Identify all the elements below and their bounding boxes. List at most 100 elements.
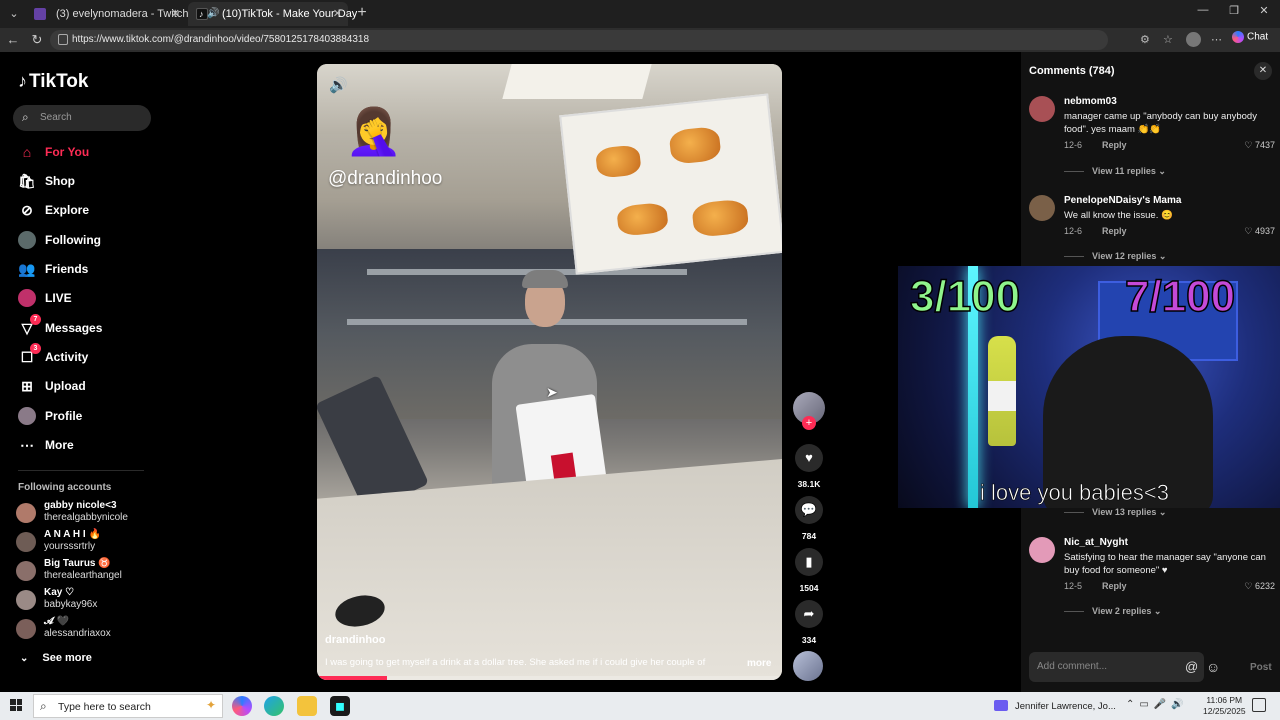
- comment-likes[interactable]: ♡ 6232: [1244, 581, 1275, 592]
- sound-disc-avatar[interactable]: [793, 651, 823, 681]
- divider: [18, 470, 144, 471]
- like-button[interactable]: ♥: [795, 444, 823, 472]
- url-field[interactable]: https://www.tiktok.com/@drandinhoo/video…: [50, 30, 1108, 50]
- reply-button[interactable]: Reply: [1102, 226, 1127, 236]
- search-input[interactable]: ⌕ Search: [13, 105, 151, 131]
- view-replies-button[interactable]: View 2 replies ⌄: [1064, 606, 1161, 617]
- avatar[interactable]: [1029, 96, 1055, 122]
- reply-button[interactable]: Reply: [1102, 140, 1127, 150]
- back-button[interactable]: ←: [4, 31, 22, 49]
- see-more-button[interactable]: ⌄ See more: [20, 652, 92, 664]
- comment-user[interactable]: nebmom03: [1064, 96, 1117, 107]
- copilot-chat-button[interactable]: Chat: [1232, 31, 1268, 43]
- tab-actions-chevron-icon[interactable]: ⌄: [4, 4, 24, 24]
- volume-icon[interactable]: 🔊: [329, 76, 348, 94]
- video-person-cap: [522, 270, 568, 288]
- save-button[interactable]: ▮: [795, 548, 823, 576]
- nav-messages[interactable]: ▽ 7 Messages: [18, 314, 158, 340]
- divider: [1064, 512, 1084, 514]
- avatar[interactable]: [1029, 195, 1055, 221]
- avatar[interactable]: [1029, 537, 1055, 563]
- divider: [1064, 611, 1084, 613]
- reply-button[interactable]: Reply: [1102, 581, 1127, 591]
- nav-shop[interactable]: 🛍 Shop: [18, 171, 158, 193]
- following-account[interactable]: gabby nicole<3 therealgabbynicole: [16, 500, 156, 528]
- system-tray[interactable]: ⌃▭🎤🔊: [1126, 699, 1189, 710]
- comment-date: 12-6: [1064, 140, 1083, 150]
- nav-label: Profile: [45, 409, 83, 423]
- close-comments-button[interactable]: ✕: [1254, 62, 1272, 80]
- replies-label: View 2 replies: [1092, 606, 1152, 616]
- account-handle: alessandriaxox: [44, 628, 111, 639]
- video-author[interactable]: drandinhoo: [325, 634, 386, 646]
- nav-live[interactable]: LIVE: [18, 288, 158, 310]
- copilot-app-icon[interactable]: [232, 696, 252, 716]
- view-replies-button[interactable]: View 11 replies ⌄: [1064, 166, 1166, 177]
- post-button[interactable]: Post: [1250, 662, 1272, 673]
- extensions-icon[interactable]: ⚙: [1140, 33, 1150, 46]
- comment-user[interactable]: PenelopeNDaisy's Mama: [1064, 195, 1181, 206]
- nav-more[interactable]: ⋯ More: [18, 435, 158, 457]
- video-scene-light: [502, 64, 652, 99]
- clock[interactable]: 11:06 PM 12/25/2025: [1203, 695, 1246, 717]
- messages-badge: 7: [30, 314, 41, 325]
- food-graphic: [594, 144, 642, 179]
- following-account[interactable]: Big Taurus ♉ therealearthangel: [16, 558, 156, 586]
- mention-icon[interactable]: @: [1185, 659, 1198, 674]
- video-player[interactable]: 🔊 🤦‍♀️ @drandinhoo ➤ drandinhoo I was go…: [317, 64, 782, 680]
- site-info-icon[interactable]: [58, 34, 68, 45]
- tab-close-icon[interactable]: ✕: [171, 2, 180, 26]
- nav-for-you[interactable]: ⌂ For You: [18, 142, 158, 164]
- comment-button[interactable]: 💬: [795, 496, 823, 524]
- follow-plus-icon[interactable]: +: [802, 416, 816, 430]
- following-account[interactable]: Kay ♡ babykay96x: [16, 587, 156, 615]
- browser-tab-twitch[interactable]: (3) evelynomadera - Twitch ✕: [26, 2, 188, 26]
- speaker-icon[interactable]: 🔊: [207, 2, 219, 26]
- share-button[interactable]: ➦: [795, 600, 823, 628]
- notification-icon[interactable]: [1252, 698, 1266, 712]
- account-handle: therealgabbynicole: [44, 512, 128, 523]
- caption-more-button[interactable]: more: [747, 658, 771, 669]
- minimize-button[interactable]: —: [1188, 4, 1218, 16]
- emoji-icon[interactable]: ☺: [1206, 659, 1220, 675]
- add-comment-input[interactable]: Add comment... @: [1029, 652, 1204, 682]
- nav-following[interactable]: Following: [18, 230, 158, 252]
- nav-profile[interactable]: Profile: [18, 406, 158, 428]
- nav-label: Following: [45, 233, 101, 247]
- window-close-button[interactable]: ✕: [1249, 4, 1279, 17]
- taskbar-search-input[interactable]: ⌕ Type here to search ✦: [33, 694, 223, 718]
- video-progress-track[interactable]: [317, 676, 782, 680]
- nav-activity[interactable]: ☐ 3 Activity: [18, 343, 158, 369]
- restore-button[interactable]: ❐: [1219, 4, 1249, 17]
- chevron-down-icon: ⌄: [20, 653, 29, 664]
- browser-tab-tiktok[interactable]: 🔊 (10)TikTok - Make Your Day ✕: [188, 2, 357, 26]
- comment-likes[interactable]: ♡ 4937: [1244, 226, 1275, 237]
- upload-icon: ⊞: [21, 378, 33, 394]
- favorites-icon[interactable]: ☆: [1163, 33, 1173, 46]
- nav-explore[interactable]: ⊘ Explore: [18, 200, 158, 222]
- app-icon[interactable]: ◼: [330, 696, 350, 716]
- profile-avatar[interactable]: [1186, 32, 1201, 47]
- tiktok-logo[interactable]: ♪ TikTok: [18, 71, 88, 93]
- view-replies-button[interactable]: View 12 replies ⌄: [1064, 251, 1166, 262]
- nav-upload[interactable]: ⊞ Upload: [18, 376, 158, 398]
- comment-user[interactable]: Nic_at_Nyght: [1064, 537, 1128, 548]
- account-handle: therealearthangel: [44, 570, 122, 581]
- file-explorer-icon[interactable]: [297, 696, 317, 716]
- settings-more-icon[interactable]: ⋯: [1211, 33, 1222, 46]
- following-account[interactable]: 𝓐 🖤 alessandriaxox: [16, 616, 156, 644]
- comment-likes[interactable]: ♡ 7437: [1244, 140, 1275, 151]
- view-replies-button[interactable]: View 13 replies ⌄: [1064, 507, 1166, 518]
- tab-close-icon[interactable]: ✕: [333, 2, 342, 26]
- media-player-icon[interactable]: [994, 700, 1008, 711]
- add-comment-placeholder: Add comment...: [1037, 661, 1108, 672]
- profile-icon: [18, 407, 36, 425]
- refresh-button[interactable]: ↻: [28, 31, 46, 49]
- media-title[interactable]: Jennifer Lawrence, Jo...: [1015, 701, 1116, 712]
- edge-app-icon[interactable]: [264, 696, 284, 716]
- nav-friends[interactable]: 👥 Friends: [18, 259, 158, 281]
- following-account[interactable]: A N A H I 🔥 yoursssrtrly: [16, 529, 156, 557]
- new-tab-button[interactable]: +: [352, 4, 372, 24]
- live-icon: [18, 289, 36, 307]
- start-button[interactable]: [10, 699, 22, 711]
